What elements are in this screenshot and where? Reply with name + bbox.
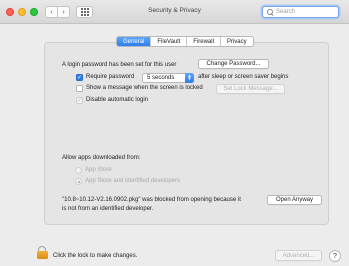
lock-icon[interactable] (37, 246, 48, 259)
checkmark-icon: ✓ (76, 97, 83, 104)
lock-instruction-text: Click the lock to make changes. (53, 253, 138, 259)
password-set-text: A login password has been set for this u… (62, 62, 177, 68)
advanced-button[interactable]: Advanced... (275, 250, 322, 261)
blocked-message-line1: "10.8~10.12-V2.16.0902.pkg" was blocked … (62, 197, 241, 203)
after-sleep-text: after sleep or screen saver begins (198, 74, 289, 80)
security-privacy-window: ‹ › Security & Privacy Search General Fi… (0, 0, 349, 266)
checkmark-icon: ✓ (76, 74, 83, 81)
general-panel: A login password has been set for this u… (44, 42, 329, 225)
password-delay-value: 5 seconds (147, 75, 175, 81)
chevron-right-icon: › (62, 8, 65, 16)
title-bar: ‹ › Security & Privacy Search (0, 0, 349, 24)
forward-button[interactable]: › (57, 6, 70, 18)
blocked-message-line2: is not from an identified developer. (62, 206, 154, 212)
search-icon (267, 9, 273, 15)
disable-auto-login-checkbox[interactable]: ✓ (76, 97, 83, 104)
show-message-checkbox[interactable] (76, 85, 83, 92)
show-all-button[interactable] (76, 6, 93, 18)
app-store-radio[interactable] (75, 167, 82, 174)
search-field[interactable]: Search (262, 6, 339, 18)
tab-general[interactable]: General (117, 37, 152, 46)
require-password-checkbox[interactable]: ✓ (76, 74, 83, 81)
tab-privacy[interactable]: Privacy (221, 37, 253, 46)
open-anyway-button[interactable]: Open Anyway (267, 195, 322, 205)
search-placeholder: Search (276, 9, 296, 15)
identified-developers-label: App Store and identified developers (85, 178, 181, 184)
close-window-button[interactable] (6, 8, 14, 16)
help-button[interactable]: ? (329, 250, 341, 262)
show-message-label: Show a message when the screen is locked (86, 85, 203, 91)
disable-auto-login-label: Disable automatic login (86, 97, 149, 103)
tab-bar: General FileVault Firewall Privacy (116, 36, 254, 47)
require-password-label: Require password (86, 74, 135, 80)
chevron-left-icon: ‹ (50, 8, 53, 16)
tab-filevault[interactable]: FileVault (151, 37, 188, 46)
question-mark-icon: ? (333, 252, 337, 260)
minimize-window-button[interactable] (18, 8, 26, 16)
grid-icon (80, 8, 89, 16)
tab-firewall[interactable]: Firewall (187, 37, 221, 46)
allow-apps-heading: Allow apps downloaded from: (62, 155, 141, 161)
popup-arrows-icon: ▴ ▾ (185, 73, 194, 83)
password-delay-popup[interactable]: 5 seconds ▴ ▾ (142, 73, 194, 83)
set-lock-message-button[interactable]: Set Lock Message... (216, 84, 285, 94)
zoom-window-button[interactable] (30, 8, 38, 16)
identified-developers-radio[interactable] (75, 178, 82, 185)
change-password-button[interactable]: Change Password... (198, 59, 269, 69)
app-store-label: App Store (85, 167, 112, 173)
